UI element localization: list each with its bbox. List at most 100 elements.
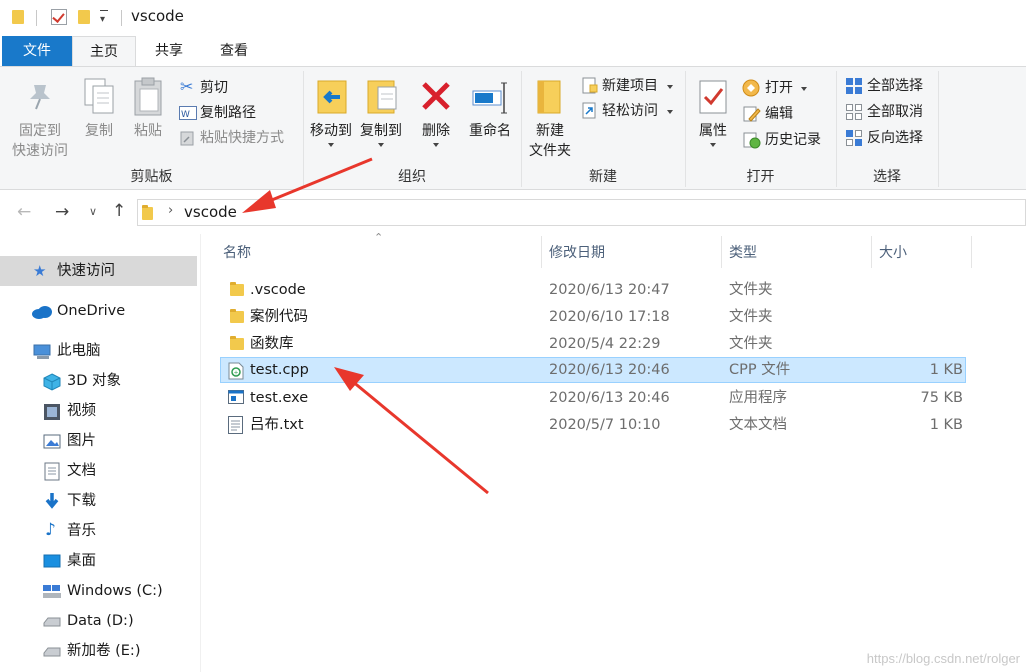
easy-access-button[interactable]: 轻松访问 bbox=[578, 100, 682, 122]
sidebar-item-drive-c[interactable]: Windows (C:) bbox=[0, 576, 197, 606]
file-row[interactable]: 案例代码 2020/6/10 17:18 文件夹 bbox=[220, 304, 966, 330]
forward-arrow-icon[interactable]: → bbox=[55, 202, 69, 222]
column-header-date[interactable]: 修改日期 bbox=[549, 240, 605, 266]
sidebar-item-downloads[interactable]: 下载 bbox=[0, 486, 197, 516]
new-folder-quick-icon[interactable] bbox=[78, 10, 90, 24]
sidebar-item-drive-e[interactable]: 新加卷 (E:) bbox=[0, 636, 197, 666]
select-all-label: 全部选择 bbox=[867, 78, 923, 94]
copy-to-dropdown-icon bbox=[378, 143, 384, 147]
new-item-label: 新建项目 bbox=[602, 78, 658, 94]
sort-ascending-icon: ⌃ bbox=[374, 231, 384, 244]
recent-locations-chevron-icon[interactable]: ∨ bbox=[89, 205, 97, 218]
copy-to-button[interactable]: 复制到 bbox=[356, 71, 406, 163]
move-to-button[interactable]: 移动到 bbox=[306, 71, 356, 163]
back-arrow-icon[interactable]: ← bbox=[17, 202, 31, 222]
pin-to-quick-access-button[interactable]: 固定到 快速访问 bbox=[6, 71, 74, 163]
sidebar-item-videos[interactable]: 视频 bbox=[0, 396, 197, 426]
paste-icon bbox=[134, 77, 162, 116]
sidebar-item-label: Data (D:) bbox=[67, 613, 134, 629]
file-name: test.exe bbox=[250, 390, 309, 406]
invert-selection-button[interactable]: 反向选择 bbox=[843, 127, 935, 149]
rename-button[interactable]: 重命名 bbox=[462, 71, 518, 163]
sidebar-item-pictures[interactable]: 图片 bbox=[0, 426, 197, 456]
sidebar-item-documents[interactable]: 文档 bbox=[0, 456, 197, 486]
select-none-label: 全部取消 bbox=[867, 104, 923, 120]
delete-button[interactable]: 删除 bbox=[414, 71, 458, 163]
sidebar-item-desktop[interactable]: 桌面 bbox=[0, 546, 197, 576]
folder-icon bbox=[230, 282, 244, 296]
sidebar-item-label: 3D 对象 bbox=[67, 373, 121, 389]
new-item-button[interactable]: 新建项目 bbox=[578, 75, 682, 97]
history-icon bbox=[743, 132, 761, 149]
move-to-dropdown-icon bbox=[328, 143, 334, 147]
pin-to-quick-access-label: 固定到 快速访问 bbox=[12, 123, 68, 159]
paste-shortcut-label: 粘贴快捷方式 bbox=[200, 130, 284, 146]
breadcrumb-current[interactable]: vscode bbox=[184, 203, 237, 221]
desktop-icon bbox=[43, 554, 61, 568]
tab-file[interactable]: 文件 bbox=[2, 36, 72, 66]
file-type: 文件夹 bbox=[729, 309, 773, 325]
file-row[interactable]: 函数库 2020/5/4 22:29 文件夹 bbox=[220, 331, 966, 357]
sidebar-item-onedrive[interactable]: OneDrive bbox=[0, 296, 197, 326]
cube-icon bbox=[43, 373, 61, 391]
history-button[interactable]: 历史记录 bbox=[741, 129, 833, 151]
tab-share[interactable]: 共享 bbox=[137, 36, 201, 66]
select-none-button[interactable]: 全部取消 bbox=[843, 101, 935, 123]
file-size: 75 KB bbox=[920, 390, 963, 406]
properties-quick-icon[interactable] bbox=[51, 9, 67, 25]
file-date: 2020/6/10 17:18 bbox=[549, 309, 670, 325]
folder-icon bbox=[230, 336, 244, 350]
sidebar-item-quick-access[interactable]: ★ 快速访问 bbox=[0, 256, 197, 286]
invert-selection-label: 反向选择 bbox=[867, 130, 923, 146]
column-separator[interactable] bbox=[721, 236, 722, 268]
edit-label: 编辑 bbox=[765, 106, 793, 122]
cpp-file-icon: + bbox=[228, 362, 244, 380]
download-icon bbox=[45, 493, 59, 509]
breadcrumb-separator-icon[interactable]: › bbox=[168, 203, 173, 218]
file-row-selected[interactable]: + test.cpp 2020/6/13 20:46 CPP 文件 1 KB bbox=[220, 357, 966, 383]
copy-path-label: 复制路径 bbox=[200, 105, 256, 121]
history-label: 历史记录 bbox=[765, 132, 821, 148]
column-header-type[interactable]: 类型 bbox=[729, 240, 757, 266]
sidebar-item-3d-objects[interactable]: 3D 对象 bbox=[0, 366, 197, 396]
copy-button[interactable]: 复制 bbox=[78, 71, 120, 163]
cut-button[interactable]: ✂ 剪切 bbox=[178, 77, 298, 99]
easy-access-icon bbox=[582, 102, 596, 119]
copy-path-button[interactable]: W 复制路径 bbox=[178, 102, 298, 124]
easy-access-label: 轻松访问 bbox=[602, 103, 658, 119]
select-all-button[interactable]: 全部选择 bbox=[843, 75, 935, 97]
file-size: 1 KB bbox=[929, 417, 963, 433]
navigation-pane: ★ 快速访问 OneDrive 此电脑 3D 对象 视频 图片 文档 下载 ♪ … bbox=[0, 234, 200, 672]
tab-home[interactable]: 主页 bbox=[72, 36, 136, 67]
sidebar-item-this-pc[interactable]: 此电脑 bbox=[0, 336, 197, 366]
file-type: 应用程序 bbox=[729, 390, 787, 406]
edit-button[interactable]: 编辑 bbox=[741, 103, 831, 125]
properties-label: 属性 bbox=[699, 123, 727, 139]
column-header-name[interactable]: 名称 bbox=[223, 240, 251, 266]
new-folder-button[interactable]: 新建 文件夹 bbox=[524, 71, 576, 163]
address-bar[interactable]: › vscode bbox=[137, 199, 1026, 226]
column-separator[interactable] bbox=[871, 236, 872, 268]
cloud-icon bbox=[32, 306, 52, 319]
customize-quick-access-icon[interactable]: ▾ bbox=[100, 14, 105, 25]
file-type: 文件夹 bbox=[729, 282, 773, 298]
column-header-size[interactable]: 大小 bbox=[879, 240, 907, 266]
paste-button[interactable]: 粘贴 bbox=[126, 71, 170, 163]
file-row[interactable]: test.exe 2020/6/13 20:46 应用程序 75 KB bbox=[220, 385, 966, 411]
column-separator[interactable] bbox=[541, 236, 542, 268]
sidebar-item-drive-d[interactable]: Data (D:) bbox=[0, 606, 197, 636]
column-separator[interactable] bbox=[971, 236, 972, 268]
new-group-label: 新建 bbox=[589, 169, 617, 185]
properties-button[interactable]: 属性 bbox=[690, 71, 736, 163]
open-button[interactable]: 打开 bbox=[741, 77, 831, 99]
title-bar: ▾ vscode bbox=[0, 0, 1026, 36]
file-row[interactable]: 吕布.txt 2020/5/7 10:10 文本文档 1 KB bbox=[220, 412, 966, 438]
paste-shortcut-button[interactable]: 粘贴快捷方式 bbox=[178, 127, 298, 149]
sidebar-item-music[interactable]: ♪ 音乐 bbox=[0, 516, 197, 546]
pin-icon bbox=[30, 85, 50, 110]
file-name: .vscode bbox=[250, 282, 306, 298]
watermark: https://blog.csdn.net/rolger bbox=[866, 651, 1020, 666]
tab-view[interactable]: 查看 bbox=[202, 36, 266, 66]
file-row[interactable]: .vscode 2020/6/13 20:47 文件夹 bbox=[220, 277, 966, 303]
up-arrow-icon[interactable]: ↑ bbox=[112, 201, 126, 221]
